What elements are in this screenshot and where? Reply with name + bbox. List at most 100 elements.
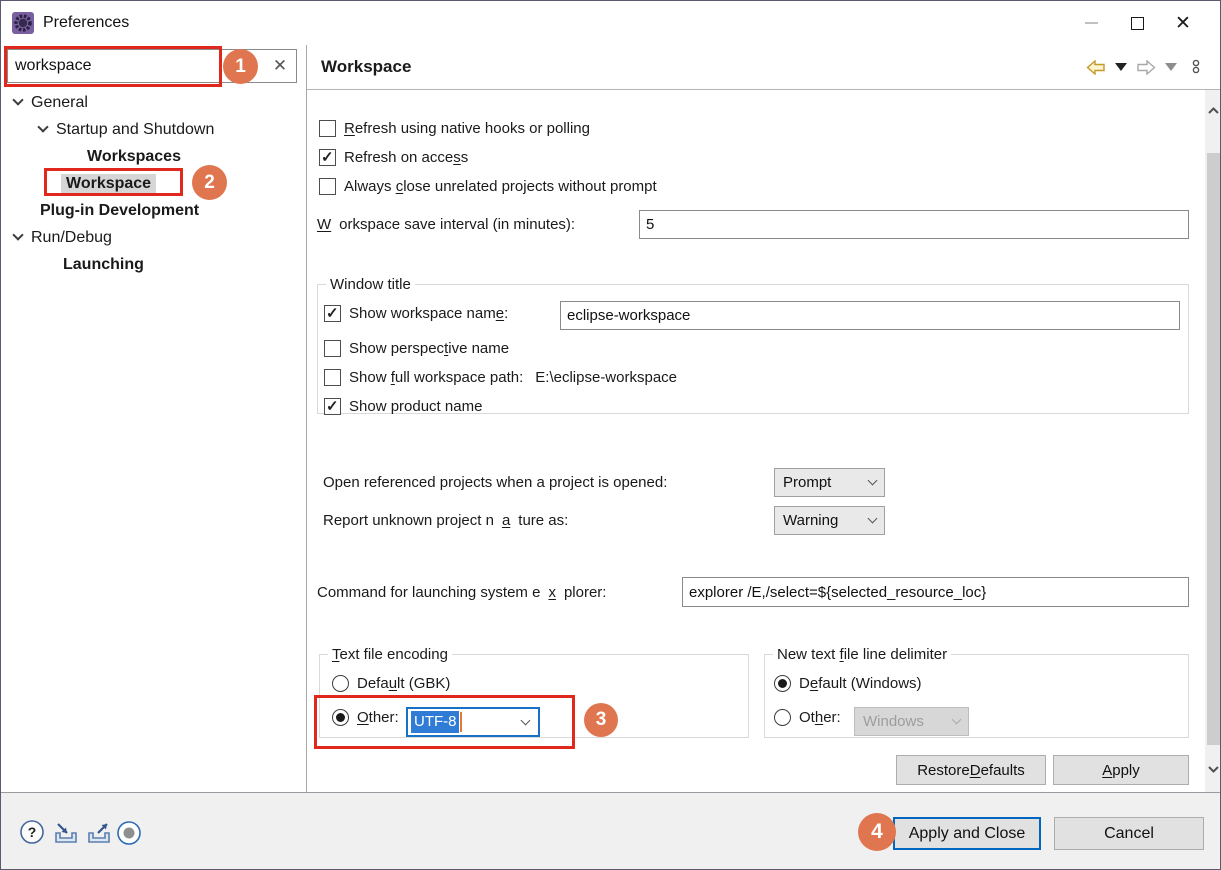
- always-close-checkbox[interactable]: [319, 178, 336, 195]
- unknown-nature-combo[interactable]: Warning: [774, 506, 885, 535]
- show-perspective-row: Show perspective name: [324, 340, 509, 357]
- chevron-down-icon: [868, 476, 878, 486]
- text-file-encoding-group: Text file encoding Default (GBK) Other: …: [319, 646, 749, 738]
- title-bar: Preferences ✕: [1, 1, 1220, 45]
- search-input[interactable]: [8, 50, 264, 82]
- window-title-group: Window title Show workspace name: Show p…: [317, 276, 1189, 414]
- window-title: Preferences: [43, 14, 129, 32]
- record-icon: [116, 820, 142, 846]
- encoding-legend: Text file encoding: [328, 646, 452, 663]
- delimiter-other-row: Other:: [774, 709, 841, 726]
- show-full-path-checkbox[interactable]: [324, 369, 341, 386]
- tree-item-startup-and-shutdown[interactable]: Startup and Shutdown: [1, 116, 306, 143]
- unknown-nature-label: Report unknown project nature as:: [323, 512, 568, 529]
- show-full-path-row: Show full workspace path: E:\eclipse-wor…: [324, 369, 677, 386]
- show-perspective-checkbox[interactable]: [324, 340, 341, 357]
- back-history-menu-icon[interactable]: [1115, 63, 1127, 71]
- save-interval-label: Workspace save interval (in minutes):: [317, 216, 575, 233]
- tree-item-workspaces[interactable]: Workspaces: [1, 143, 306, 170]
- forward-arrow-icon[interactable]: [1136, 60, 1156, 75]
- dialog-body: ✕ General Startup and Shutdown Workspace…: [1, 45, 1221, 792]
- show-product-name-label: Show product name: [349, 398, 482, 415]
- always-close-label: Always close unrelated projects without …: [344, 178, 657, 195]
- maximize-icon: [1131, 17, 1144, 30]
- preferences-tree: General Startup and Shutdown Workspaces …: [1, 89, 306, 278]
- eclipse-preferences-icon: [11, 11, 35, 35]
- tree-item-plugin-development[interactable]: Plug-in Development: [1, 197, 306, 224]
- scroll-down-icon[interactable]: [1205, 760, 1221, 778]
- tree-item-general[interactable]: General: [1, 89, 306, 116]
- refresh-native-label: Refresh using native hooks or polling: [344, 120, 590, 137]
- refresh-native-checkbox[interactable]: [319, 120, 336, 137]
- show-perspective-label: Show perspective name: [349, 340, 509, 357]
- restore-defaults-button[interactable]: Restore Defaults: [896, 755, 1046, 785]
- delimiter-default-radio[interactable]: [774, 675, 791, 692]
- export-preferences-button[interactable]: [84, 818, 114, 848]
- import-icon: [52, 820, 80, 846]
- explorer-command-input[interactable]: [682, 577, 1189, 607]
- clear-search-button[interactable]: ✕: [264, 52, 296, 80]
- show-workspace-name-row: Show workspace name:: [324, 305, 508, 322]
- cancel-button[interactable]: Cancel: [1054, 817, 1204, 850]
- full-path-value: E:\eclipse-workspace: [535, 369, 677, 386]
- forward-history-menu-icon[interactable]: [1165, 63, 1177, 71]
- apply-and-close-button[interactable]: Apply and Close: [893, 817, 1041, 850]
- save-interval-input[interactable]: [639, 210, 1189, 239]
- close-button[interactable]: ✕: [1160, 7, 1206, 39]
- help-button[interactable]: ?: [17, 817, 47, 847]
- chevron-down-icon[interactable]: [37, 121, 48, 132]
- minimize-icon: [1085, 22, 1098, 24]
- preference-recorder-button[interactable]: [114, 818, 144, 848]
- always-close-row: Always close unrelated projects without …: [319, 178, 657, 195]
- window-controls: ✕: [1068, 1, 1206, 45]
- preferences-sidebar: ✕ General Startup and Shutdown Workspace…: [1, 45, 307, 792]
- export-icon: [85, 820, 113, 846]
- encoding-other-row: Other:: [332, 709, 399, 726]
- chevron-down-icon: [952, 715, 962, 725]
- window-title-legend: Window title: [326, 276, 415, 293]
- page-header: Workspace: [307, 45, 1221, 90]
- refresh-native-row: Refresh using native hooks or polling: [319, 120, 590, 137]
- vertical-scrollbar[interactable]: [1205, 90, 1221, 792]
- tree-item-launching[interactable]: Launching: [1, 251, 306, 278]
- tree-item-workspace-selected[interactable]: Workspace: [1, 170, 306, 197]
- chevron-down-icon: [868, 514, 878, 524]
- help-icon: ?: [19, 819, 45, 845]
- show-product-name-checkbox[interactable]: [324, 398, 341, 415]
- page-content: Refresh using native hooks or polling Re…: [307, 90, 1221, 792]
- delimiter-other-radio[interactable]: [774, 709, 791, 726]
- apply-button[interactable]: Apply: [1053, 755, 1189, 785]
- minimize-button[interactable]: [1068, 7, 1114, 39]
- delimiter-default-row: Default (Windows): [774, 675, 922, 692]
- svg-text:?: ?: [28, 824, 37, 840]
- encoding-other-label: Other:: [357, 709, 399, 726]
- maximize-button[interactable]: [1114, 7, 1160, 39]
- chevron-down-icon[interactable]: [12, 229, 23, 240]
- encoding-default-label: Default (GBK): [357, 675, 450, 692]
- workspace-name-input[interactable]: [560, 301, 1180, 330]
- refresh-on-access-checkbox[interactable]: [319, 149, 336, 166]
- view-menu-icon[interactable]: [1192, 58, 1200, 76]
- text-caret: [460, 712, 462, 732]
- back-arrow-icon[interactable]: [1086, 60, 1106, 75]
- show-workspace-name-checkbox[interactable]: [324, 305, 341, 322]
- encoding-default-radio[interactable]: [332, 675, 349, 692]
- tree-item-run-debug[interactable]: Run/Debug: [1, 224, 306, 251]
- close-icon: ✕: [1175, 14, 1191, 33]
- encoding-combo[interactable]: UTF-8: [406, 707, 540, 737]
- delimiter-other-combo: Windows: [854, 707, 969, 736]
- scrollbar-thumb[interactable]: [1207, 153, 1220, 745]
- show-full-path-label: Show full workspace path:: [349, 369, 523, 386]
- line-delimiter-group: New text file line delimiter Default (Wi…: [764, 646, 1189, 738]
- show-workspace-name-label: Show workspace name:: [349, 305, 508, 322]
- encoding-other-radio[interactable]: [332, 709, 349, 726]
- delimiter-default-label: Default (Windows): [799, 675, 922, 692]
- workspace-preference-page: Workspace: [307, 45, 1221, 792]
- import-preferences-button[interactable]: [51, 818, 81, 848]
- open-referenced-combo[interactable]: Prompt: [774, 468, 885, 497]
- page-title: Workspace: [321, 57, 411, 77]
- encoding-default-row: Default (GBK): [332, 675, 450, 692]
- chevron-down-icon: [521, 715, 531, 725]
- chevron-down-icon[interactable]: [12, 94, 23, 105]
- scroll-up-icon[interactable]: [1205, 102, 1221, 120]
